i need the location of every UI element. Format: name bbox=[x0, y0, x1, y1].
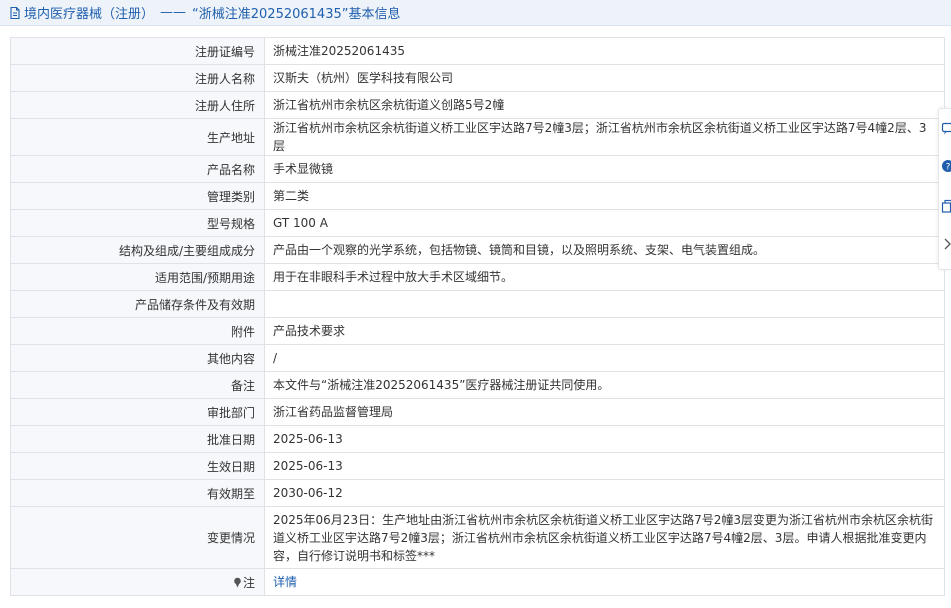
details-link[interactable]: 详情 bbox=[273, 575, 297, 589]
row-value: 用于在非眼科手术过程中放大手术区域细节。 bbox=[264, 263, 945, 291]
row-label: 有效期至 bbox=[10, 479, 265, 507]
row-label: 产品储存条件及有效期 bbox=[10, 290, 265, 318]
svg-text:?: ? bbox=[946, 163, 951, 173]
row-value: 浙械注准20252061435 bbox=[264, 37, 945, 65]
pin-icon bbox=[234, 577, 241, 587]
copy-icon[interactable] bbox=[941, 199, 951, 213]
table-row: 其他内容 / bbox=[10, 344, 945, 372]
row-label: 附件 bbox=[10, 317, 265, 345]
row-value: 浙江省杭州市余杭区余杭街道义桥工业区宇达路7号2幢3层；浙江省杭州市余杭区余杭街… bbox=[264, 118, 945, 156]
row-label: 批准日期 bbox=[10, 425, 265, 453]
row-value: 浙江省杭州市余杭区余杭街道义创路5号2幢 bbox=[264, 91, 945, 119]
chevron-right-icon[interactable] bbox=[941, 237, 951, 251]
table-row: 批准日期 2025-06-13 bbox=[10, 425, 945, 453]
table-row: 注册人名称 汉斯夫（杭州）医学科技有限公司 bbox=[10, 64, 945, 92]
table-row: 有效期至 2030-06-12 bbox=[10, 479, 945, 507]
note-label-cell: 注 bbox=[10, 568, 265, 596]
help-icon[interactable]: ? bbox=[941, 159, 951, 173]
row-value: 产品由一个观察的光学系统，包括物镜、镜筒和目镜，以及照明系统、支架、电气装置组成… bbox=[264, 236, 945, 264]
row-label: 产品名称 bbox=[10, 155, 265, 183]
row-value: 2025-06-13 bbox=[264, 452, 945, 480]
row-value bbox=[264, 290, 945, 318]
table-row: 备注 本文件与“浙械注准20252061435”医疗器械注册证共同使用。 bbox=[10, 371, 945, 399]
row-label: 变更情况 bbox=[10, 506, 265, 569]
row-value: 手术显微镜 bbox=[264, 155, 945, 183]
row-label: 注册证编号 bbox=[10, 37, 265, 65]
page-title: “浙械注准20252061435”基本信息 bbox=[192, 7, 401, 22]
table-row: 产品储存条件及有效期 bbox=[10, 290, 945, 318]
note-row: 注 详情 bbox=[10, 568, 945, 596]
row-value: 2025-06-13 bbox=[264, 425, 945, 453]
row-value: 产品技术要求 bbox=[264, 317, 945, 345]
document-icon bbox=[10, 6, 20, 19]
table-row: 变更情况 2025年06月23日：生产地址由浙江省杭州市余杭区余杭街道义桥工业区宇… bbox=[10, 506, 945, 569]
row-label: 备注 bbox=[10, 371, 265, 399]
info-table: 注册证编号 浙械注准20252061435 注册人名称 汉斯夫（杭州）医学科技有限公… bbox=[10, 37, 945, 596]
table-row: 生效日期 2025-06-13 bbox=[10, 452, 945, 480]
chat-icon[interactable] bbox=[941, 121, 951, 135]
table-row: 型号规格 GT 100 A bbox=[10, 209, 945, 237]
table-row: 产品名称 手术显微镜 bbox=[10, 155, 945, 183]
row-value: 本文件与“浙械注准20252061435”医疗器械注册证共同使用。 bbox=[264, 371, 945, 399]
note-value-cell: 详情 bbox=[264, 568, 945, 596]
page-header: 境内医疗器械（注册） —— “浙械注准20252061435”基本信息 bbox=[0, 0, 951, 26]
row-value: 2030-06-12 bbox=[264, 479, 945, 507]
row-label: 适用范围/预期用途 bbox=[10, 263, 265, 291]
side-toolbar: ? bbox=[938, 108, 951, 270]
row-label: 生效日期 bbox=[10, 452, 265, 480]
row-value: 2025年06月23日：生产地址由浙江省杭州市余杭区余杭街道义桥工业区宇达路7号… bbox=[264, 506, 945, 569]
header-category: 境内医疗器械（注册） bbox=[24, 7, 155, 22]
row-label: 审批部门 bbox=[10, 398, 265, 426]
table-row: 审批部门 浙江省药品监督管理局 bbox=[10, 398, 945, 426]
table-row: 注册证编号 浙械注准20252061435 bbox=[10, 37, 945, 65]
table-row: 附件 产品技术要求 bbox=[10, 317, 945, 345]
row-label: 其他内容 bbox=[10, 344, 265, 372]
row-label: 注册人名称 bbox=[10, 64, 265, 92]
row-label: 生产地址 bbox=[10, 118, 265, 156]
note-label: 注 bbox=[242, 575, 255, 590]
header-separator: —— bbox=[160, 5, 187, 20]
row-value: 汉斯夫（杭州）医学科技有限公司 bbox=[264, 64, 945, 92]
table-row: 结构及组成/主要组成成分 产品由一个观察的光学系统，包括物镜、镜筒和目镜，以及照明… bbox=[10, 236, 945, 264]
row-label: 型号规格 bbox=[10, 209, 265, 237]
table-row: 管理类别 第二类 bbox=[10, 182, 945, 210]
row-label: 结构及组成/主要组成成分 bbox=[10, 236, 265, 264]
row-value: / bbox=[264, 344, 945, 372]
table-row: 生产地址 浙江省杭州市余杭区余杭街道义桥工业区宇达路7号2幢3层；浙江省杭州市余杭… bbox=[10, 118, 945, 156]
row-value: GT 100 A bbox=[264, 209, 945, 237]
row-label: 管理类别 bbox=[10, 182, 265, 210]
table-row: 注册人住所 浙江省杭州市余杭区余杭街道义创路5号2幢 bbox=[10, 91, 945, 119]
row-value: 浙江省药品监督管理局 bbox=[264, 398, 945, 426]
table-row: 适用范围/预期用途 用于在非眼科手术过程中放大手术区域细节。 bbox=[10, 263, 945, 291]
row-value: 第二类 bbox=[264, 182, 945, 210]
row-label: 注册人住所 bbox=[10, 91, 265, 119]
